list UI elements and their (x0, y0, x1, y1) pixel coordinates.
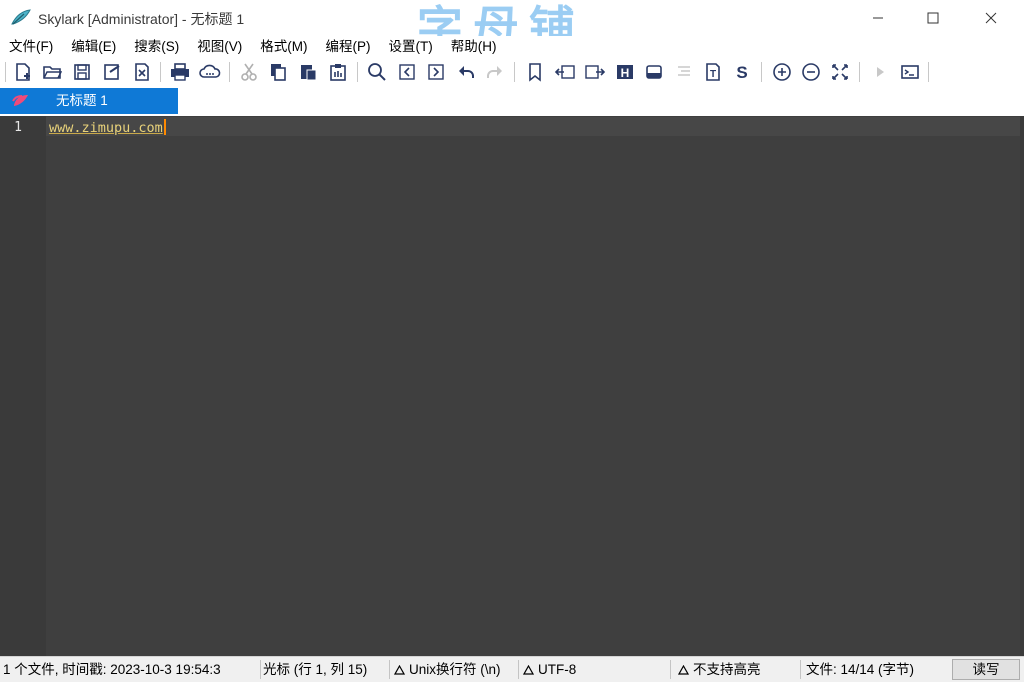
status-bar: 1 个文件, 时间戳: 2023-10-3 19:54:3 光标 (行 1, 列… (0, 656, 1024, 682)
text-caret (163, 119, 166, 135)
menu-file[interactable]: 文件(F) (0, 36, 62, 58)
minimize-icon (873, 17, 883, 19)
cloud-icon[interactable] (199, 61, 221, 83)
status-divider (518, 660, 519, 679)
menu-format[interactable]: 格式(M) (251, 36, 316, 58)
terminal-icon[interactable] (899, 61, 921, 83)
toolbar-separator (5, 62, 6, 82)
toolbar-separator (160, 62, 161, 82)
toolbar-separator (761, 62, 762, 82)
code-text: www.zimupu.com (49, 120, 163, 136)
encoding-triangle-icon (523, 657, 537, 682)
close-button[interactable] (968, 0, 1014, 36)
status-divider (389, 660, 390, 679)
zoom-out-icon[interactable] (800, 61, 822, 83)
status-eol[interactable]: Unix换行符 (\n) (409, 657, 517, 682)
copy-icon[interactable] (267, 61, 289, 83)
menu-search[interactable]: 搜索(S) (125, 36, 188, 58)
menu-bar: 文件(F) 编辑(E) 搜索(S) 视图(V) 格式(M) 编程(P) 设置(T… (0, 36, 1024, 58)
toolbar-separator (357, 62, 358, 82)
text-icon-label: T (710, 69, 716, 80)
status-divider (800, 660, 801, 679)
toolbar: H T S (0, 58, 1024, 86)
toolbar-separator (229, 62, 230, 82)
drive-icon[interactable] (643, 61, 665, 83)
s-icon-label: S (736, 63, 747, 82)
read-write-button[interactable]: 读写 (952, 659, 1020, 680)
zoom-in-icon[interactable] (771, 61, 793, 83)
status-file-info: 1 个文件, 时间戳: 2023-10-3 19:54:3 (3, 662, 221, 677)
cut-icon[interactable] (238, 61, 260, 83)
highlight-triangle-icon (678, 657, 692, 682)
code-line[interactable]: www.zimupu.com (49, 119, 166, 136)
play-icon[interactable] (869, 61, 891, 83)
skylark-tab-icon (12, 95, 28, 106)
eol-triangle-icon (394, 657, 408, 682)
minimize-button[interactable] (855, 0, 901, 36)
list-icon[interactable] (673, 61, 695, 83)
close-file-icon[interactable] (131, 61, 153, 83)
line-number: 1 (14, 120, 22, 135)
tab-untitled-1[interactable]: 无标题 1 (42, 88, 178, 114)
toolbar-separator (928, 62, 929, 82)
open-folder-icon[interactable] (41, 61, 63, 83)
status-file-size: 文件: 14/14 (字节) (806, 662, 915, 677)
line-number-gutter: 1 (0, 116, 46, 656)
heading-icon-label: H (621, 66, 630, 80)
tab-bar: 无标题 1 (0, 86, 1024, 116)
menu-settings[interactable]: 设置(T) (380, 36, 442, 58)
current-line-highlight (46, 117, 1020, 136)
text-icon[interactable]: T (702, 61, 724, 83)
editor-area[interactable]: 1 www.zimupu.com (0, 116, 1024, 656)
status-cursor: 光标 (行 1, 列 15) (263, 662, 368, 677)
close-icon (985, 12, 997, 24)
bookmark-icon[interactable] (524, 61, 546, 83)
menu-program[interactable]: 编程(P) (317, 36, 380, 58)
redo-icon[interactable] (484, 61, 506, 83)
paste-icon[interactable] (297, 61, 319, 83)
vertical-scrollbar[interactable] (1020, 116, 1024, 656)
status-divider (670, 660, 671, 679)
skylark-feather-icon[interactable] (10, 8, 32, 26)
indent-right-icon[interactable] (584, 61, 606, 83)
menu-edit[interactable]: 编辑(E) (62, 36, 125, 58)
maximize-icon (927, 12, 939, 24)
prev-match-icon[interactable] (396, 61, 418, 83)
title-bar: Skylark [Administrator] - 无标题 1 (0, 0, 1024, 36)
menu-help[interactable]: 帮助(H) (442, 36, 506, 58)
maximize-button[interactable] (910, 0, 956, 36)
menu-view[interactable]: 视图(V) (188, 36, 251, 58)
fullscreen-icon[interactable] (829, 61, 851, 83)
save-icon[interactable] (71, 61, 93, 83)
search-icon[interactable] (366, 61, 388, 83)
next-match-icon[interactable] (425, 61, 447, 83)
toolbar-separator (859, 62, 860, 82)
status-encoding[interactable]: UTF-8 (538, 657, 668, 682)
s-icon[interactable]: S (731, 61, 753, 83)
toolbar-separator (514, 62, 515, 82)
status-highlight[interactable]: 不支持高亮 (693, 657, 798, 682)
clipboard-icon[interactable] (327, 61, 349, 83)
save-as-icon[interactable] (101, 61, 123, 83)
heading-icon[interactable]: H (614, 61, 636, 83)
undo-icon[interactable] (455, 61, 477, 83)
new-file-icon[interactable] (12, 61, 34, 83)
indent-left-icon[interactable] (554, 61, 576, 83)
window-title: Skylark [Administrator] - 无标题 1 (38, 11, 245, 27)
tab-pin[interactable] (0, 88, 42, 114)
status-divider (260, 660, 261, 679)
print-icon[interactable] (169, 61, 191, 83)
